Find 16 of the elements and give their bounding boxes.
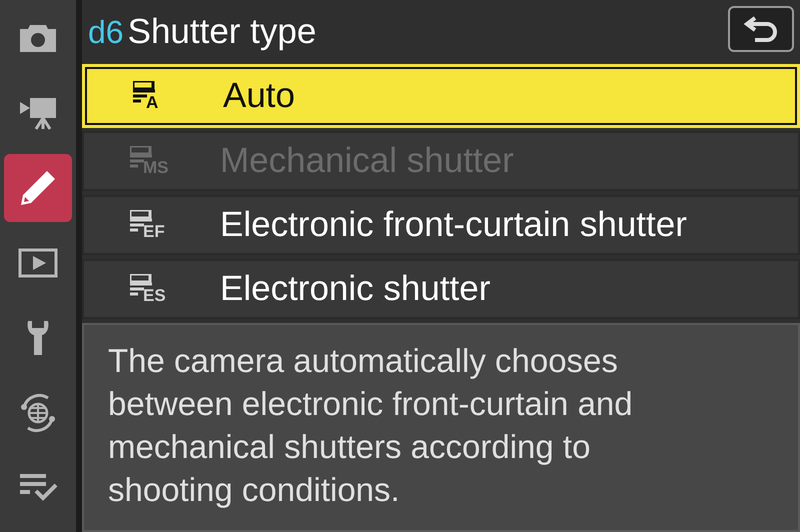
pencil-icon <box>19 169 57 207</box>
movie-camera-icon <box>18 96 58 130</box>
menu-option[interactable]: A Auto <box>85 67 797 125</box>
back-button[interactable] <box>728 6 794 52</box>
help-text: The camera automatically chooses between electronic front-curtain and mechanical shutters according to shooting conditions. <box>82 323 800 532</box>
camera-icon <box>18 23 58 53</box>
return-icon <box>743 14 779 44</box>
globe-icon <box>18 393 58 433</box>
wrench-icon <box>26 319 50 357</box>
menu-code: d6 <box>88 14 124 50</box>
menu-option[interactable]: ES Electronic shutter <box>82 259 800 319</box>
playback-icon <box>18 248 58 278</box>
list-check-icon <box>18 473 58 503</box>
menu-tab[interactable] <box>4 154 72 222</box>
menu-title: Shutter type <box>128 12 318 52</box>
menu-option[interactable]: EF Electronic front-curtain shutter <box>82 195 800 255</box>
